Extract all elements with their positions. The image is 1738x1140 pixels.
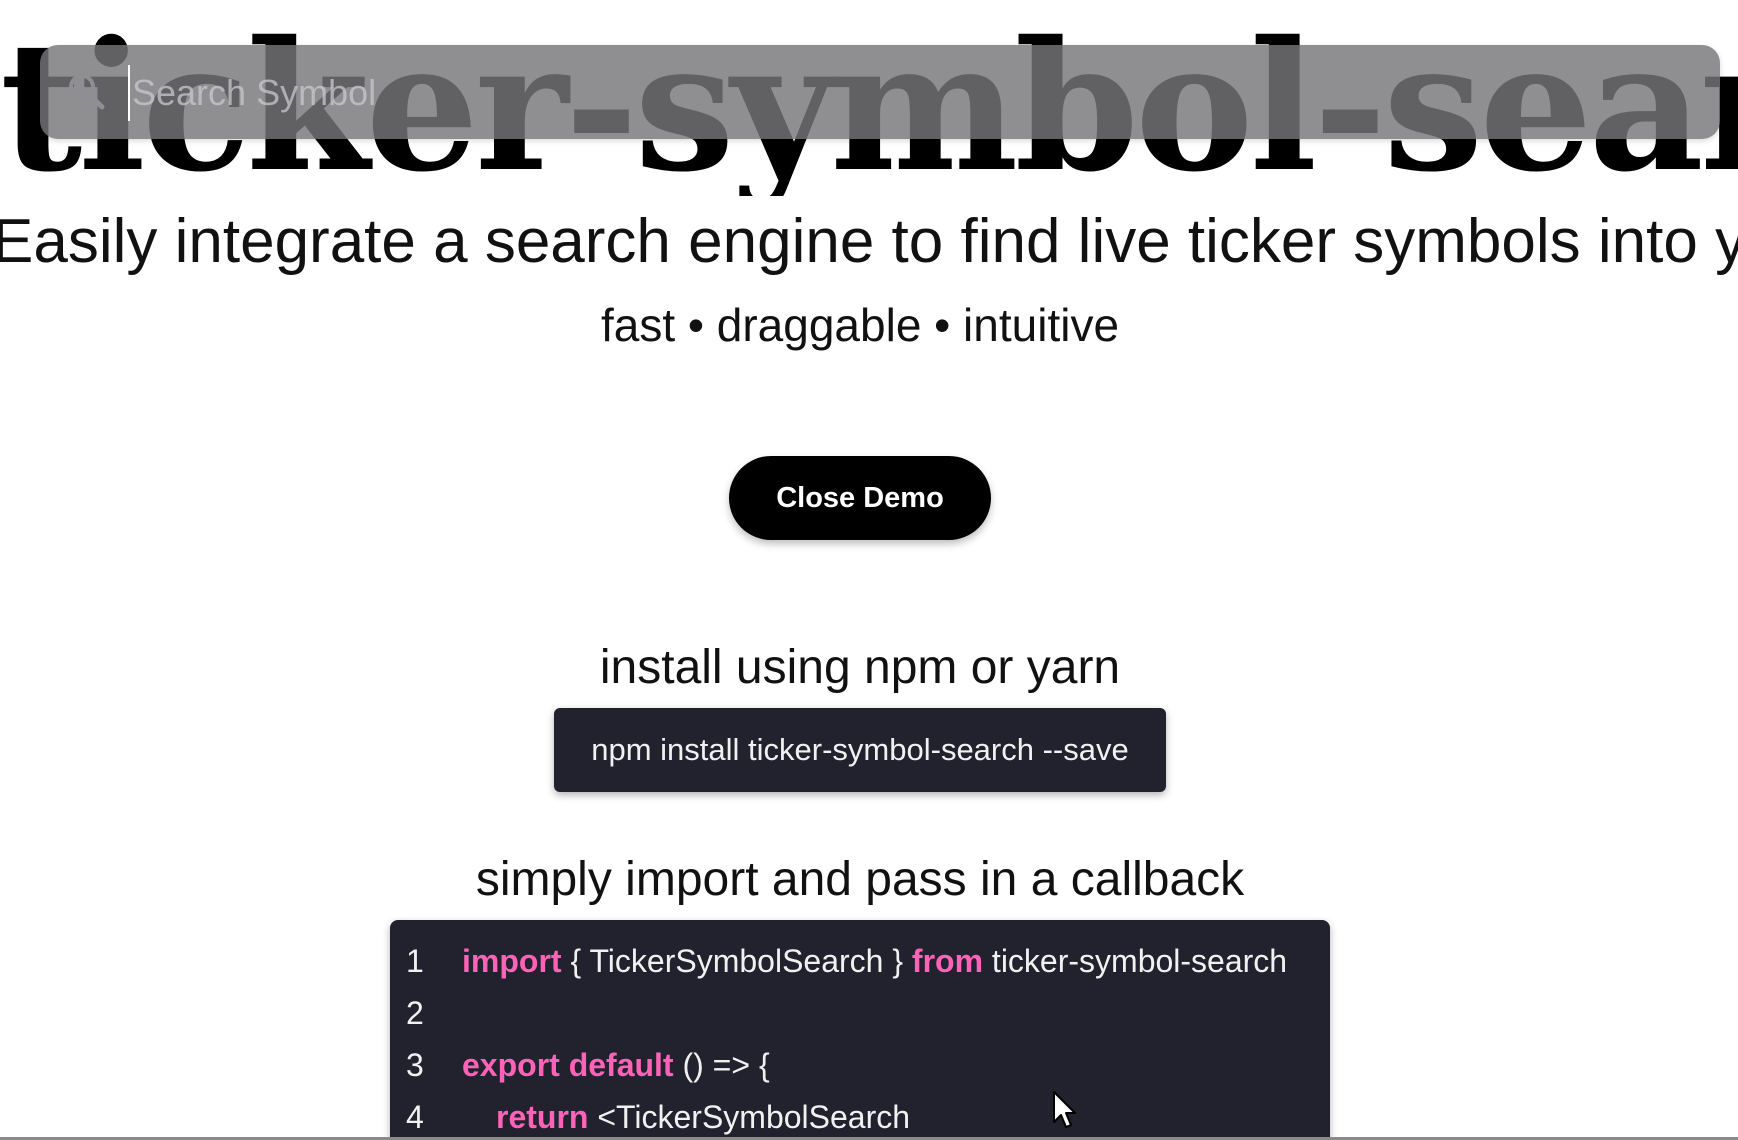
close-demo-button[interactable]: Close Demo (729, 456, 991, 540)
usage-heading: simply import and pass in a callback (475, 853, 1245, 906)
code-text: ticker-symbol-search (983, 943, 1288, 979)
search-input[interactable] (128, 65, 1694, 121)
line-code: export default () => { (462, 1042, 770, 1088)
search-bar[interactable] (40, 45, 1720, 139)
code-text: <TickerSymbolSearch (588, 1099, 911, 1135)
search-icon (69, 74, 105, 110)
code-text: () => { (673, 1047, 770, 1083)
line-number: 2 (406, 995, 424, 1031)
install-command: npm install ticker-symbol-search --save (591, 732, 1129, 767)
feature-list: fast • draggable • intuitive (600, 299, 1120, 351)
code-block[interactable]: 1 import { TickerSymbolSearch } from tic… (390, 920, 1330, 1140)
code-keyword: export default (462, 1047, 674, 1083)
code-keyword: import (462, 943, 562, 979)
mouse-cursor-icon (1053, 1091, 1076, 1128)
line-number: 3 (406, 1047, 424, 1083)
line-code: return <TickerSymbolSearch (496, 1094, 910, 1140)
line-code: import { TickerSymbolSearch } from ticke… (462, 938, 1287, 984)
hero-subtitle: Easily integrate a search engine to find… (0, 207, 1738, 276)
code-text: { TickerSymbolSearch } (561, 943, 912, 979)
line-number: 4 (406, 1099, 424, 1135)
install-command-box[interactable]: npm install ticker-symbol-search --save (554, 708, 1166, 792)
install-heading: install using npm or yarn (599, 641, 1121, 694)
line-number: 1 (406, 943, 424, 979)
code-keyword: from (911, 943, 984, 979)
code-keyword: return (496, 1099, 589, 1135)
